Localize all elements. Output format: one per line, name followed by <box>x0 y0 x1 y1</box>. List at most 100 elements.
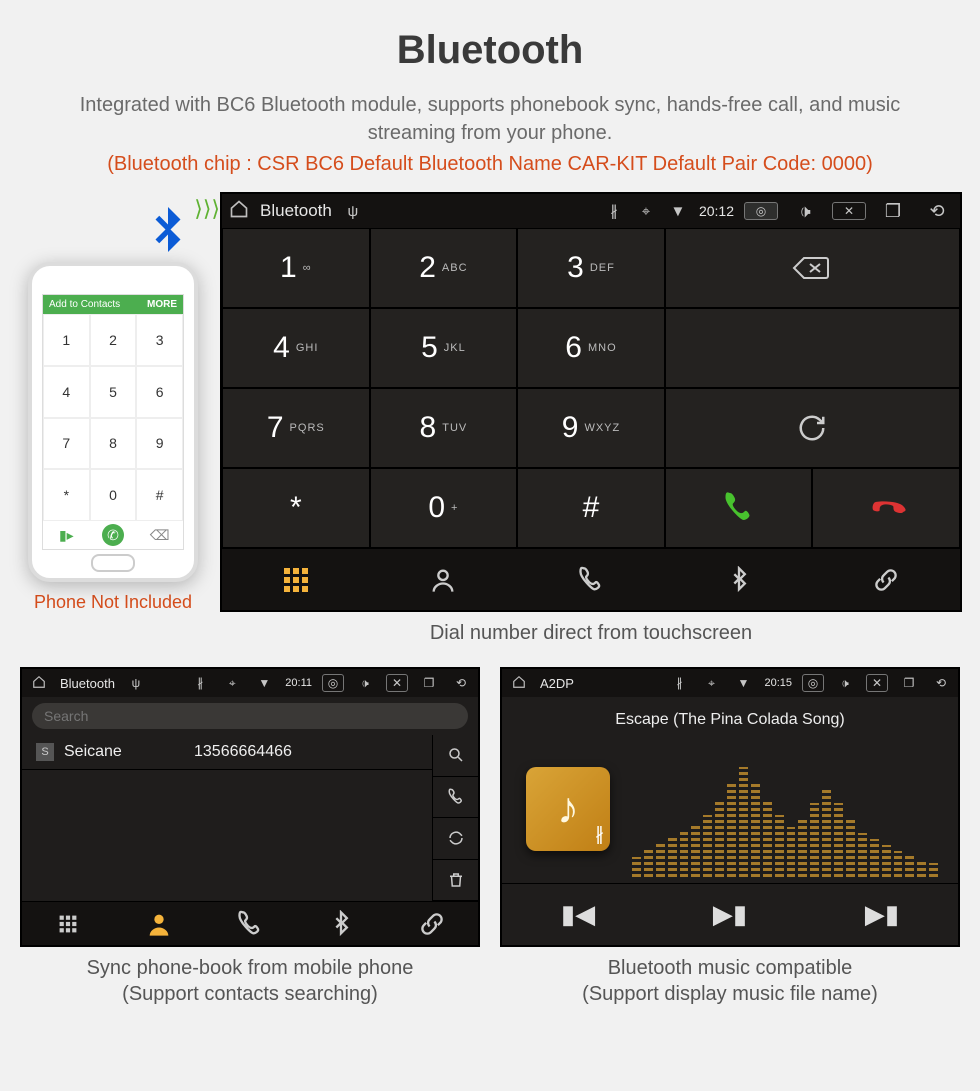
mock-key: 7 <box>43 418 90 470</box>
back-icon[interactable]: ⟲ <box>450 676 472 690</box>
dial-key-7[interactable]: 7PQRS <box>222 388 370 468</box>
home-icon[interactable] <box>228 199 250 223</box>
nav-contacts[interactable] <box>113 901 204 945</box>
bt-status-icon: ∦ <box>668 676 690 690</box>
mock-key: 2 <box>90 314 137 366</box>
side-call-icon[interactable] <box>432 777 478 819</box>
side-sync-icon[interactable] <box>432 818 478 860</box>
dial-key-8[interactable]: 8TUV <box>370 388 518 468</box>
bt-status-icon: ∦ <box>603 202 625 220</box>
bt-status-icon: ∦ <box>189 676 211 690</box>
back-icon[interactable]: ⟲ <box>930 676 952 690</box>
gps-icon: ⌖ <box>221 676 243 691</box>
screenshot-icon[interactable]: ◎ <box>322 674 344 692</box>
volume-icon[interactable]: 🕩 <box>834 676 856 691</box>
wireless-waves-icon: ⟩⟩⟩ <box>194 196 220 222</box>
dial-key-2[interactable]: 2ABC <box>370 228 518 308</box>
dial-key-9[interactable]: 9WXYZ <box>517 388 665 468</box>
back-icon[interactable]: ⟲ <box>920 201 954 222</box>
mock-topbar-right: MORE <box>147 299 177 310</box>
backspace-button[interactable] <box>665 228 960 308</box>
wifi-icon: ▼ <box>253 676 275 690</box>
dial-key-#[interactable]: # <box>517 468 665 548</box>
call-button[interactable] <box>665 468 813 548</box>
statusbar-title: A2DP <box>540 676 574 691</box>
nav-contacts[interactable] <box>370 548 518 610</box>
close-app-icon[interactable]: ✕ <box>866 674 888 692</box>
mock-key: 3 <box>136 314 183 366</box>
phonebook-caption-l2: (Support contacts searching) <box>20 981 480 1007</box>
mock-topbar-left: Add to Contacts <box>49 299 120 310</box>
clock: 20:15 <box>764 677 792 689</box>
dial-key-0[interactable]: 0+ <box>370 468 518 548</box>
gps-icon: ⌖ <box>635 203 657 220</box>
usb-icon: ψ <box>125 676 147 690</box>
nav-call-log[interactable] <box>517 548 665 610</box>
play-pause-button[interactable]: ▶▮ <box>654 883 806 945</box>
volume-icon[interactable]: 🕩 <box>788 201 822 222</box>
home-icon[interactable] <box>28 675 50 692</box>
side-delete-icon[interactable] <box>432 860 478 902</box>
nav-pair[interactable] <box>812 548 960 610</box>
dialer-screenshot: Bluetooth ψ ∦ ⌖ ▼ 20:12 ◎ 🕩 ✕ ❐ ⟲ 1∞2ABC… <box>220 192 962 612</box>
redial-button[interactable] <box>665 388 960 468</box>
mock-key: 5 <box>90 366 137 418</box>
contact-row[interactable]: S Seicane 13566664466 <box>22 735 432 770</box>
screenshot-icon[interactable]: ◎ <box>802 674 824 692</box>
gps-icon: ⌖ <box>700 676 722 691</box>
hangup-button[interactable] <box>812 468 960 548</box>
mock-video-icon: ▮▸ <box>43 521 90 549</box>
mock-key: 8 <box>90 418 137 470</box>
nav-dialpad[interactable] <box>222 548 370 610</box>
a2dp-caption-l1: Bluetooth music compatible <box>500 955 960 981</box>
mock-key: 9 <box>136 418 183 470</box>
statusbar-title: Bluetooth <box>260 201 332 221</box>
mock-key: * <box>43 469 90 521</box>
clock: 20:12 <box>699 203 734 219</box>
home-icon[interactable] <box>508 675 530 692</box>
page-subtitle: Integrated with BC6 Bluetooth module, su… <box>55 91 925 147</box>
mock-key: 4 <box>43 366 90 418</box>
prev-track-button[interactable]: ▮◀ <box>502 883 654 945</box>
page-title: Bluetooth <box>0 0 980 73</box>
nav-bluetooth[interactable] <box>665 548 813 610</box>
statusbar-title: Bluetooth <box>60 676 115 691</box>
search-input[interactable] <box>32 703 468 729</box>
wifi-icon: ▼ <box>667 203 689 220</box>
nav-bluetooth[interactable] <box>296 901 387 945</box>
mock-key: # <box>136 469 183 521</box>
dial-key-5[interactable]: 5JKL <box>370 308 518 388</box>
recent-apps-icon[interactable]: ❐ <box>418 676 440 690</box>
song-title: Escape (The Pina Colada Song) <box>615 711 844 729</box>
wifi-icon: ▼ <box>732 676 754 690</box>
screenshot-icon[interactable]: ◎ <box>744 202 778 220</box>
dial-key-1[interactable]: 1∞ <box>222 228 370 308</box>
recent-apps-icon[interactable]: ❐ <box>876 201 910 222</box>
contact-number: 13566664466 <box>194 743 292 761</box>
dial-key-3[interactable]: 3DEF <box>517 228 665 308</box>
a2dp-screenshot: A2DP ∦ ⌖ ▼ 20:15 ◎ 🕩 ✕ ❐ ⟲ Escape (The P… <box>500 667 960 947</box>
nav-dialpad[interactable] <box>22 901 113 945</box>
mock-key: 1 <box>43 314 90 366</box>
usb-icon: ψ <box>342 203 364 220</box>
recent-apps-icon[interactable]: ❐ <box>898 676 920 690</box>
a2dp-caption-l2: (Support display music file name) <box>500 981 960 1007</box>
dial-key-*[interactable]: * <box>222 468 370 548</box>
clock: 20:11 <box>285 677 312 689</box>
close-app-icon[interactable]: ✕ <box>386 674 408 692</box>
dial-key-6[interactable]: 6MNO <box>517 308 665 388</box>
mock-backspace-icon: ⌫ <box>136 521 183 549</box>
next-track-button[interactable]: ▶▮ <box>806 883 958 945</box>
album-art: ♪ ∦ <box>526 767 610 851</box>
side-search-icon[interactable] <box>432 735 478 777</box>
volume-icon[interactable]: 🕩 <box>354 676 376 691</box>
dial-key-4[interactable]: 4GHI <box>222 308 370 388</box>
nav-pair[interactable] <box>387 901 478 945</box>
nav-call-log[interactable] <box>204 901 295 945</box>
contact-initial: S <box>36 743 54 761</box>
contact-name: Seicane <box>64 743 184 761</box>
music-note-icon: ♪ <box>557 784 579 834</box>
close-app-icon[interactable]: ✕ <box>832 202 866 220</box>
mock-key: 6 <box>136 366 183 418</box>
dialer-caption: Dial number direct from touchscreen <box>220 622 962 645</box>
